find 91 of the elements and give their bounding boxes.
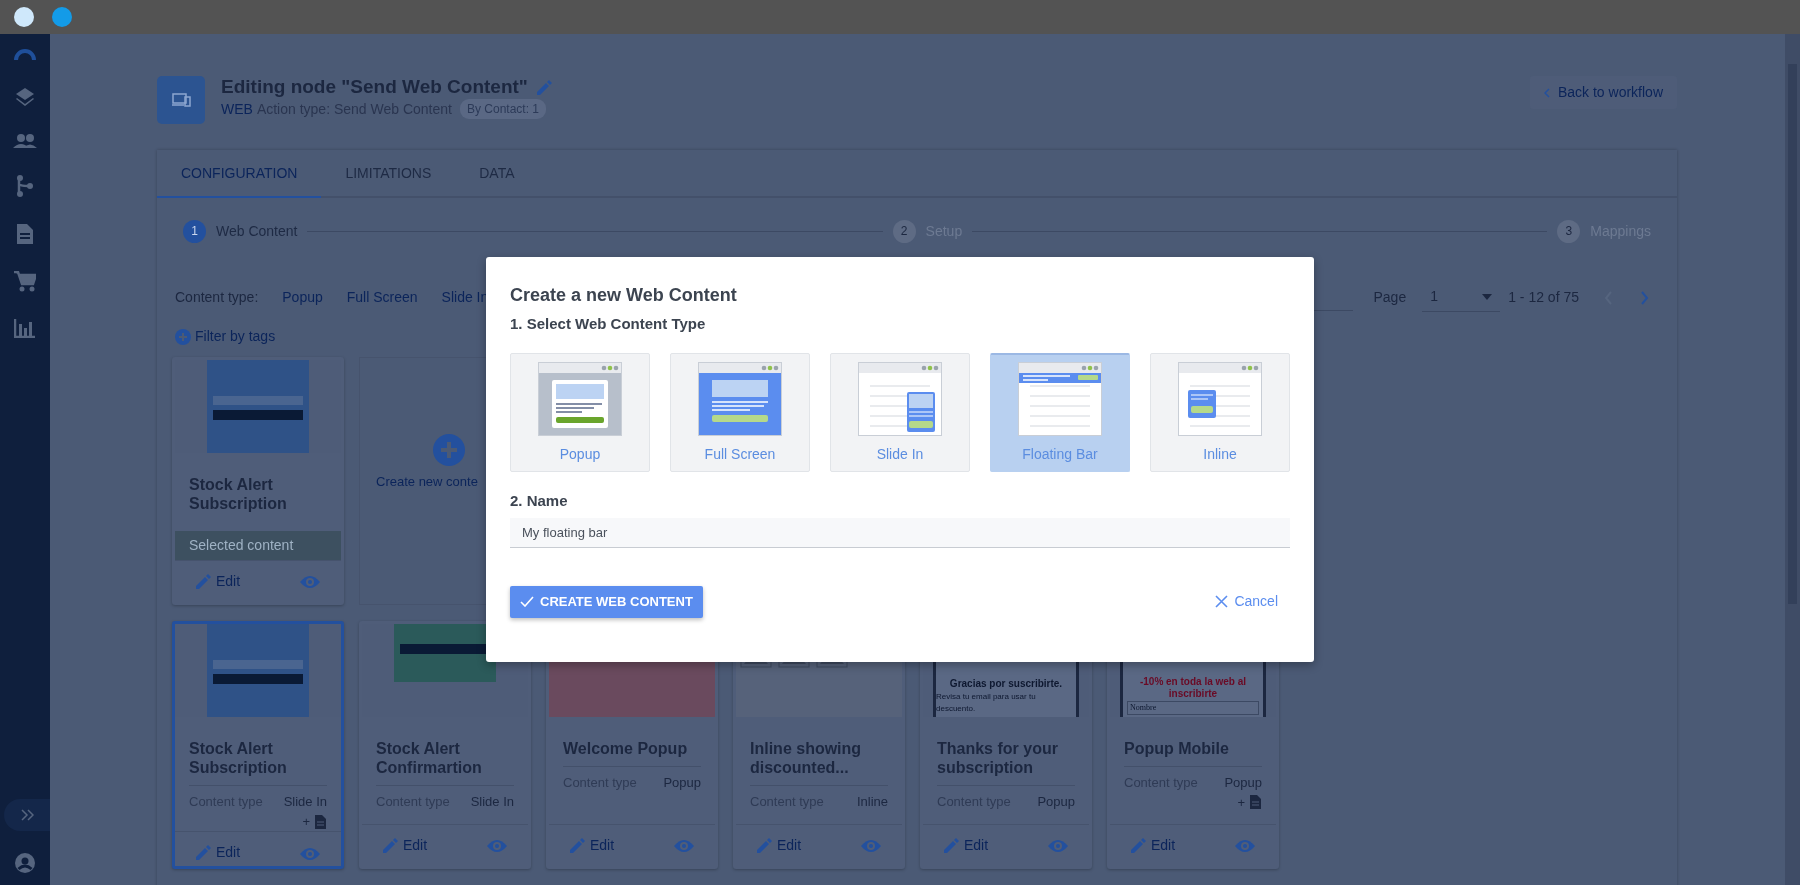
document-icon: [1249, 794, 1262, 811]
step-number: 1: [183, 219, 206, 243]
content-type-link[interactable]: Popup: [282, 286, 323, 308]
tab[interactable]: CONFIGURATION: [157, 150, 322, 198]
pencil-icon: [943, 837, 960, 854]
double-chevron-icon: [20, 809, 34, 821]
pencil-icon: [756, 837, 773, 854]
eye-icon: [1234, 838, 1256, 855]
devices-icon: [171, 93, 191, 107]
cancel-button[interactable]: Cancel: [1209, 590, 1284, 614]
pencil-icon: [195, 573, 212, 590]
logo-icon: [12, 46, 38, 60]
plus-circle-icon: [175, 328, 191, 345]
edit-link[interactable]: Edit: [382, 835, 428, 856]
edit-link[interactable]: Edit: [195, 571, 241, 592]
card-title: Thanks for your subscription: [936, 739, 1059, 778]
preview-text: Gracias por suscribirte.: [949, 677, 1063, 689]
content-type-option[interactable]: Inline: [1150, 352, 1290, 472]
content-type-option[interactable]: Slide In: [830, 352, 970, 472]
content-type-option[interactable]: Floating Bar: [990, 352, 1130, 472]
window-dot-icon: [52, 7, 72, 27]
pencil-icon: [195, 844, 212, 862]
browser-window-icon: [858, 361, 942, 436]
bar-chart-icon[interactable]: [14, 318, 36, 338]
card-title: Stock Alert Subscription: [188, 475, 288, 514]
content-type-option[interactable]: Full Screen: [670, 352, 810, 472]
preview-text: -10% en toda la web al inscribirte: [1138, 676, 1248, 699]
edit-link[interactable]: Edit: [756, 835, 802, 856]
browser-window-icon: [538, 361, 622, 436]
preview-text: Revisa tu email para usar tu descuento.: [936, 691, 1037, 715]
content-type-value: Popup: [1037, 793, 1075, 812]
edit-link[interactable]: Edit: [569, 835, 615, 856]
layers-icon[interactable]: [14, 86, 36, 107]
caret-down-icon: [1482, 293, 1493, 300]
close-icon: [1215, 595, 1229, 609]
eye-icon: [673, 838, 695, 855]
section-heading: 2. Name: [510, 491, 569, 510]
dialog-title: Create a new Web Content: [510, 285, 738, 307]
step-number: 2: [892, 219, 916, 243]
pencil-icon: [382, 837, 399, 854]
selected-content-label: Selected content: [175, 531, 341, 560]
content-card[interactable]: Stock Alert Subscription Selected content Edit: [172, 357, 344, 605]
card-title: Stock Alert Confirmartion: [375, 739, 483, 778]
preview-text: Nombre: [1127, 701, 1259, 715]
eye-icon: [1047, 838, 1069, 855]
cart-icon[interactable]: [14, 271, 36, 292]
document-icon[interactable]: [16, 223, 34, 245]
channel-label: WEB: [221, 99, 253, 119]
content-type-value: Slide In: [470, 793, 514, 812]
filter-by-tags-link[interactable]: Filter by tags: [175, 326, 276, 347]
browser-window-icon: [1018, 361, 1102, 436]
section-heading: 1. Select Web Content Type: [510, 314, 707, 333]
eye-icon: [860, 838, 882, 855]
card-title: Inline showing discounted...: [749, 739, 863, 778]
card-title: Popup Mobile: [1123, 739, 1230, 759]
edit-link[interactable]: Edit: [1130, 835, 1176, 856]
check-icon: [520, 596, 534, 608]
plus-sign: +: [302, 812, 310, 831]
plus-circle-icon[interactable]: [433, 434, 465, 466]
name-input-field[interactable]: My floating bar: [510, 517, 1290, 548]
content-type-value: Popup: [663, 774, 701, 793]
chevron-right-icon: [1641, 290, 1649, 305]
edit-link[interactable]: Edit: [195, 842, 241, 864]
user-avatar-icon[interactable]: [15, 853, 35, 873]
plus-sign: +: [1237, 793, 1245, 812]
expand-button[interactable]: [4, 799, 50, 831]
content-type-value: Slide In: [283, 793, 327, 812]
create-content-link[interactable]: Create new conte: [376, 472, 478, 492]
eye-icon: [299, 845, 321, 862]
eye-icon: [299, 574, 321, 591]
eye-icon: [486, 838, 508, 855]
scrollbar[interactable]: [1785, 34, 1800, 885]
pencil-icon: [569, 837, 586, 854]
card-title: Welcome Popup: [562, 739, 689, 759]
create-web-content-button[interactable]: CREATE WEB CONTENT: [510, 585, 703, 618]
content-type-value: Inline: [856, 793, 888, 812]
document-icon: [314, 813, 327, 830]
branch-icon[interactable]: [16, 175, 34, 197]
content-type-link[interactable]: Full Screen: [346, 286, 418, 308]
card-title: Stock Alert Subscription: [188, 739, 288, 778]
content-type-value: Popup: [1224, 774, 1262, 793]
chevron-left-icon: [1543, 87, 1550, 98]
people-icon[interactable]: [13, 133, 37, 149]
pencil-icon: [1130, 837, 1147, 854]
window-dot-icon: [14, 7, 34, 27]
browser-window-icon: [698, 361, 782, 436]
step-number: 3: [1557, 219, 1581, 243]
content-type-option[interactable]: Popup: [510, 352, 650, 472]
browser-window-icon: [1178, 361, 1262, 436]
pencil-icon[interactable]: [535, 78, 553, 96]
edit-link[interactable]: Edit: [943, 835, 989, 856]
